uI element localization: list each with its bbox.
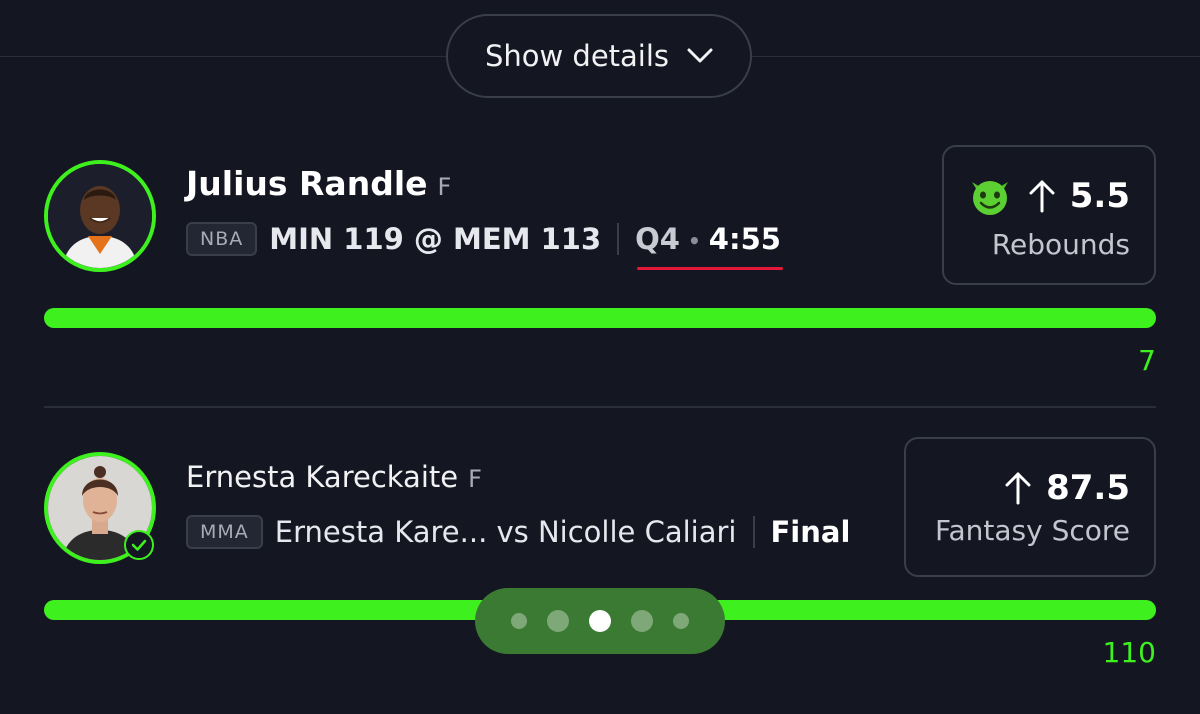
page-dot[interactable] — [673, 613, 689, 629]
page-dot[interactable] — [631, 610, 653, 632]
stat-progress-fill — [44, 308, 1156, 328]
info-separator — [617, 223, 620, 255]
status-dot: • — [688, 229, 701, 253]
actual-stat-value: 110 — [1102, 636, 1156, 669]
pick-line-card[interactable]: 87.5 Fantasy Score — [904, 437, 1156, 577]
check-icon — [124, 530, 154, 560]
game-matchup: Ernesta Kare... vs Nicolle Caliari — [274, 515, 737, 549]
arrow-up-icon — [1029, 180, 1055, 212]
page-indicator[interactable] — [475, 588, 725, 654]
page-dot[interactable] — [547, 610, 569, 632]
player-name-text: Julius Randle — [186, 164, 428, 203]
game-clock: 4:55 — [708, 222, 781, 256]
info-separator — [752, 516, 755, 548]
line-value: 5.5 — [1069, 175, 1130, 216]
arrow-up-icon — [1005, 472, 1031, 504]
game-period: Q4 — [635, 222, 680, 256]
game-status: Q4 • 4:55 — [635, 222, 783, 270]
chevron-down-icon — [687, 48, 713, 63]
pick-divider — [44, 406, 1156, 408]
stat-type: Fantasy Score — [934, 513, 1130, 547]
league-badge: MMA — [186, 515, 263, 549]
page-dot-active[interactable] — [589, 610, 611, 632]
player-position: F — [437, 173, 452, 201]
player-name[interactable]: Julius Randle F — [186, 164, 451, 203]
player-name-text: Ernesta Kareckaite — [186, 460, 459, 494]
game-status: Final — [770, 515, 851, 549]
pick-line-card[interactable]: 5.5 Rebounds — [942, 145, 1156, 285]
game-info-row: MMA Ernesta Kare... vs Nicolle Caliari F… — [186, 515, 850, 549]
actual-stat-value: 7 — [1138, 344, 1156, 377]
page-dot[interactable] — [511, 613, 527, 629]
player-position: F — [468, 465, 482, 493]
player-avatar[interactable] — [44, 160, 156, 272]
line-value: 87.5 — [1046, 467, 1130, 508]
game-info-row: NBA MIN 119 @ MEM 113 Q4 • 4:55 — [186, 222, 783, 270]
live-indicator-underline — [637, 267, 783, 270]
show-details-label: Show details — [484, 39, 670, 73]
league-badge: NBA — [186, 222, 258, 256]
goblin-emoji-icon — [966, 170, 1014, 222]
show-details-button[interactable]: Show details — [446, 14, 752, 98]
game-score: MIN 119 @ MEM 113 — [269, 222, 602, 256]
stat-type: Rebounds — [991, 227, 1130, 261]
player-name[interactable]: Ernesta Kareckaite F — [186, 460, 482, 494]
stat-progress-bar — [44, 308, 1156, 328]
player-headshot — [48, 164, 152, 268]
